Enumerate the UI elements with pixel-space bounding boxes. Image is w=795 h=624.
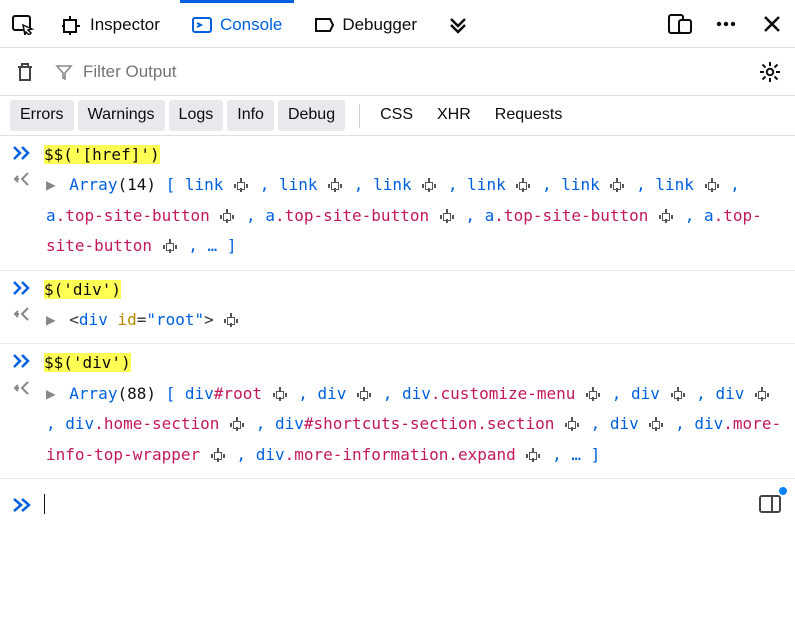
close-devtools-button[interactable] [757,9,787,39]
inspect-node-icon[interactable] [421,177,437,192]
inspect-node-icon[interactable] [609,177,625,192]
console-input-text: $$('div') [44,353,131,372]
category-warnings[interactable]: Warnings [78,100,165,130]
console-prompt[interactable] [0,479,795,529]
console-output-value[interactable]: ▶ Array(14) [ link , link , link , link … [44,170,785,261]
tab-debugger[interactable]: Debugger [302,0,429,47]
inspect-node-icon[interactable] [648,416,664,431]
kebab-menu-button[interactable] [711,9,741,39]
responsive-design-button[interactable] [665,9,695,39]
tab-overflow-button[interactable] [443,9,473,39]
console-input-text: $('div') [44,280,121,299]
inspect-node-icon[interactable] [327,177,343,192]
console-icon [192,15,212,35]
inspect-node-icon[interactable] [525,447,541,462]
category-info[interactable]: Info [227,100,274,130]
inspect-node-icon[interactable] [658,208,674,223]
category-css[interactable]: CSS [370,100,423,130]
inspect-node-icon[interactable] [233,177,249,192]
console-output-value[interactable]: ▶ <div id="root"> [44,305,785,335]
inspect-node-icon[interactable] [210,447,226,462]
tab-inspector[interactable]: Inspector [50,0,172,47]
inspect-node-icon[interactable] [356,386,372,401]
category-debug[interactable]: Debug [278,100,345,130]
console-output-value[interactable]: ▶ Array(88) [ div#root , div , div.custo… [44,379,785,470]
inspect-node-icon[interactable] [223,312,239,327]
debugger-icon [314,15,334,35]
select-icon [62,15,82,35]
inspect-node-icon[interactable] [754,386,770,401]
text-cursor [44,494,45,514]
inspect-node-icon[interactable] [564,416,580,431]
inspect-node-icon[interactable] [272,386,288,401]
inspect-node-icon[interactable] [229,416,245,431]
disclosure-triangle[interactable]: ▶ [46,384,56,403]
console-settings-button[interactable] [755,57,785,87]
tab-label: Console [220,13,282,37]
inspect-node-icon[interactable] [515,177,531,192]
clear-console-button[interactable] [10,57,40,87]
inspect-node-icon[interactable] [219,208,235,223]
tab-label: Debugger [342,13,417,37]
devtools-toolbar: Inspector Console Debugger [0,0,795,48]
category-requests[interactable]: Requests [485,100,573,130]
inspect-node-icon[interactable] [585,386,601,401]
inspect-node-icon[interactable] [162,238,178,253]
category-errors[interactable]: Errors [10,100,74,130]
inspect-node-icon[interactable] [670,386,686,401]
category-logs[interactable]: Logs [169,100,224,130]
editor-toggle-button[interactable] [755,489,785,519]
funnel-icon [55,63,73,81]
console-input-text: $$('[href]') [44,145,160,164]
filter-wrapper [50,58,745,86]
input-arrow-icon [10,495,34,513]
tab-label: Inspector [90,13,160,37]
disclosure-triangle[interactable]: ▶ [46,175,56,194]
inspect-node-icon[interactable] [704,177,720,192]
separator [359,104,360,128]
console-filter-bar [0,48,795,96]
notification-dot-icon [779,487,787,495]
tab-console[interactable]: Console [180,0,294,47]
disclosure-triangle[interactable]: ▶ [46,310,56,329]
pick-element-button[interactable] [8,9,38,39]
inspect-node-icon[interactable] [439,208,455,223]
category-xhr[interactable]: XHR [427,100,481,130]
console-category-bar: Errors Warnings Logs Info Debug CSS XHR … [0,96,795,136]
filter-output-input[interactable] [81,61,740,83]
console-output: $$('[href]') ▶ Array(14) [ link , link , … [0,136,795,479]
